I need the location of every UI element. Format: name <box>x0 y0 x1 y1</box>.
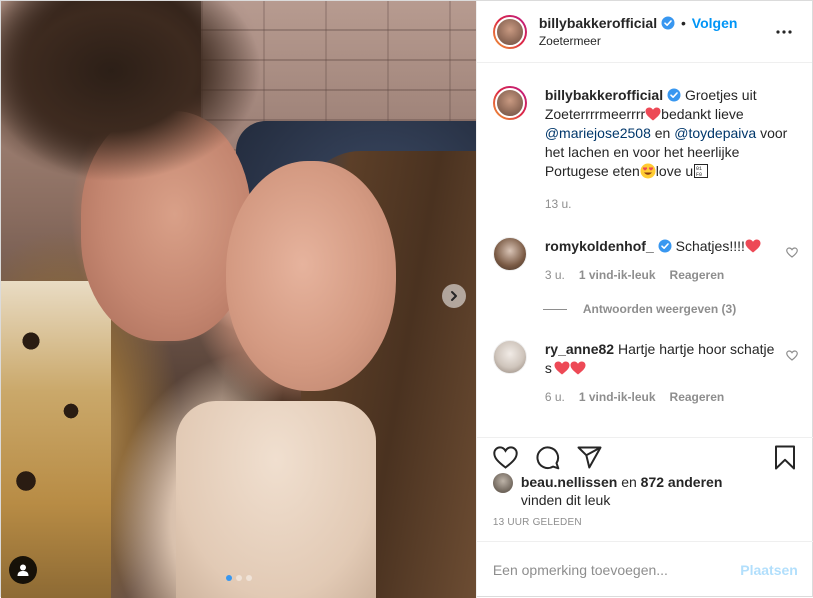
post-action-bar <box>476 437 813 477</box>
view-replies-label: Antwoorden weergeven (3) <box>582 302 737 316</box>
verified-badge-icon <box>667 88 681 102</box>
post-header: billybakkerofficial • Volgen Zoetermeer <box>476 1 812 63</box>
verified-badge-icon <box>661 16 675 29</box>
add-comment-bar: Plaatsen <box>476 541 813 598</box>
author-username[interactable]: billybakkerofficial <box>539 15 657 31</box>
share-button[interactable] <box>577 445 603 471</box>
post-photo[interactable] <box>1 1 476 598</box>
photo-face-woman <box>226 161 396 391</box>
comment-likes-count[interactable]: 1 vind-ik-leuk <box>579 266 656 285</box>
like-button[interactable] <box>493 445 519 471</box>
comment-timestamp[interactable]: 6 u. <box>545 388 565 407</box>
share-icon <box>577 446 602 469</box>
comment-like-heart-icon[interactable] <box>785 247 798 258</box>
header-separator: • <box>681 14 686 31</box>
flag-emoji-icon: 01F0 <box>694 164 709 178</box>
red-heart-emoji-icon <box>570 361 586 375</box>
heart-icon <box>493 446 519 469</box>
follow-button[interactable]: Volgen <box>692 15 738 31</box>
likes-others-count[interactable]: 872 anderen <box>641 474 723 490</box>
caption-text: bedankt lieve <box>661 106 744 122</box>
photo-shirt <box>1 281 111 598</box>
comment-item: ry_anne82 Hartje hartje hoor schatje s 6… <box>492 340 798 407</box>
caption-mention[interactable]: @mariejose2508 <box>545 125 651 141</box>
red-heart-emoji-icon <box>645 107 661 121</box>
liker-username[interactable]: beau.nellissen <box>521 474 617 490</box>
chevron-right-icon <box>451 291 457 301</box>
photo-hair-man <box>1 1 261 201</box>
comment-avatar[interactable] <box>492 237 527 271</box>
comment-timestamp[interactable]: 3 u. <box>545 266 565 285</box>
caption-text: en <box>654 125 671 141</box>
comment-text: Schatjes!!!! <box>675 238 745 254</box>
post-comment-button[interactable]: Plaatsen <box>740 562 798 578</box>
svg-text:F0: F0 <box>696 172 702 178</box>
likes-summary: beau.nellissen en 872 anderen vinden dit… <box>492 473 798 509</box>
save-button[interactable] <box>772 445 798 471</box>
photo-top-woman <box>176 401 376 598</box>
caption-text: love u <box>655 163 694 179</box>
red-heart-emoji-icon <box>745 239 761 253</box>
post-location[interactable]: Zoetermeer <box>539 32 772 50</box>
comment-input[interactable] <box>492 562 741 578</box>
post-date[interactable]: 13 UUR GELEDEN <box>493 517 582 528</box>
post-sidebar: billybakkerofficial • Volgen Zoetermeer … <box>475 1 813 598</box>
view-replies-button[interactable]: Antwoorden weergeven (3) <box>542 302 798 316</box>
instagram-post: billybakkerofficial • Volgen Zoetermeer … <box>0 0 813 598</box>
comment-icon <box>536 446 560 470</box>
comments-area[interactable]: billybakkerofficial Groetjes uit Zoeterr… <box>477 64 813 437</box>
comment-username[interactable]: ry_anne82 <box>545 341 614 357</box>
bookmark-icon <box>774 445 795 470</box>
carousel-dot <box>236 575 242 581</box>
comment-item: romykoldenhof_ Schatjes!!!! 3 u. 1 vind-… <box>492 237 798 285</box>
likes-suffix: vinden dit leuk <box>520 492 611 508</box>
comment-avatar[interactable] <box>492 340 527 374</box>
more-options-icon <box>776 29 792 34</box>
likes-connector: en <box>621 474 637 490</box>
carousel-dot <box>246 575 252 581</box>
comment-reply-button[interactable]: Reageren <box>670 388 725 407</box>
view-replies-line <box>542 308 567 310</box>
red-heart-emoji-icon <box>554 361 570 375</box>
author-avatar[interactable] <box>492 14 527 49</box>
carousel-dot-active <box>226 575 232 581</box>
verified-badge-icon <box>658 239 672 253</box>
comment-username[interactable]: romykoldenhof_ <box>545 238 654 254</box>
comment-button[interactable] <box>535 445 561 471</box>
more-options-button[interactable] <box>772 20 796 44</box>
comment-likes-count[interactable]: 1 vind-ik-leuk <box>579 388 656 407</box>
comment-like-heart-icon[interactable] <box>785 350 798 361</box>
post-caption: billybakkerofficial Groetjes uit Zoeterr… <box>492 64 798 214</box>
caption-username[interactable]: billybakkerofficial <box>545 87 663 103</box>
comment-reply-button[interactable]: Reageren <box>670 266 725 285</box>
carousel-next-button[interactable] <box>442 284 466 308</box>
caption-mention[interactable]: @toydepaiva <box>674 125 756 141</box>
liker-avatar[interactable] <box>492 473 513 493</box>
heart-eyes-emoji-icon <box>640 163 656 179</box>
carousel-indicator <box>1 575 476 581</box>
caption-timestamp[interactable]: 13 u. <box>545 195 798 214</box>
caption-avatar[interactable] <box>492 86 527 120</box>
